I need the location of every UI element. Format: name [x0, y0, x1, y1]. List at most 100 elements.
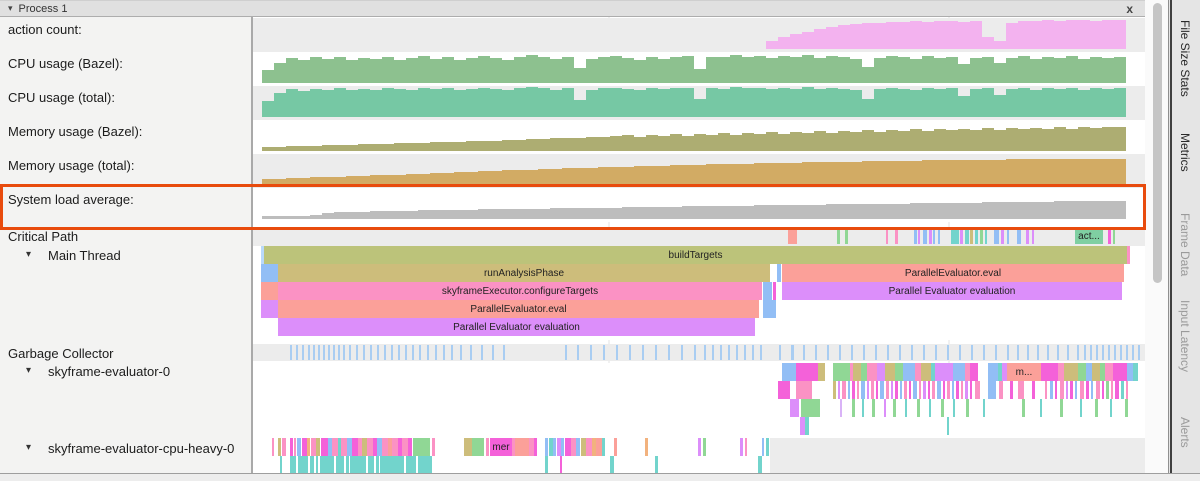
trace-tick[interactable]: [885, 363, 895, 381]
trace-tick[interactable]: [884, 399, 886, 417]
trace-tick[interactable]: [629, 345, 631, 360]
trace-tick[interactable]: [1060, 381, 1064, 399]
trace-tick[interactable]: [1017, 345, 1019, 360]
trace-tick[interactable]: [1070, 381, 1073, 399]
trace-tick[interactable]: [261, 264, 278, 282]
trace-tick[interactable]: [1092, 363, 1100, 381]
trace-tick[interactable]: [801, 399, 820, 417]
trace-tick[interactable]: [965, 381, 968, 399]
vertical-scrollbar-thumb[interactable]: [1153, 3, 1162, 283]
trace-slice[interactable]: act...: [1075, 229, 1103, 244]
trace-tick[interactable]: [1032, 381, 1035, 399]
trace-tick[interactable]: [961, 381, 963, 399]
trace-slice[interactable]: Parallel Evaluator evaluation: [782, 282, 1122, 300]
trace-tick[interactable]: [796, 363, 818, 381]
trace-tick[interactable]: [545, 438, 548, 456]
trace-tick[interactable]: [333, 345, 335, 360]
sidebar-tab-metrics[interactable]: Metrics: [1178, 133, 1192, 172]
trace-tick[interactable]: [1032, 229, 1034, 244]
trace-tick[interactable]: [779, 345, 781, 360]
trace-tick[interactable]: [918, 229, 920, 244]
trace-tick[interactable]: [886, 381, 889, 399]
trace-tick[interactable]: [681, 345, 683, 360]
trace-tick[interactable]: [891, 381, 893, 399]
trace-tick[interactable]: [492, 345, 494, 360]
vertical-scrollbar[interactable]: [1145, 0, 1168, 473]
trace-tick[interactable]: [887, 345, 889, 360]
track-section[interactable]: mer: [253, 438, 1145, 473]
trace-tick[interactable]: [736, 345, 738, 360]
trace-tick[interactable]: [805, 417, 809, 435]
horizontal-scrollbar[interactable]: [0, 473, 1200, 481]
trace-tick[interactable]: [833, 363, 850, 381]
trace-tick[interactable]: [766, 438, 769, 456]
trace-tick[interactable]: [758, 456, 762, 473]
trace-tick[interactable]: [1041, 363, 1058, 381]
collapse-arrow-icon[interactable]: ▾: [26, 249, 31, 260]
trace-tick[interactable]: [970, 363, 978, 381]
collapse-arrow-icon[interactable]: ▾: [26, 442, 31, 453]
trace-tick[interactable]: [796, 381, 812, 399]
trace-tick[interactable]: [827, 345, 829, 360]
trace-tick[interactable]: [762, 438, 764, 456]
trace-tick[interactable]: [346, 456, 349, 473]
trace-tick[interactable]: [655, 456, 658, 473]
trace-tick[interactable]: [923, 345, 925, 360]
trace-tick[interactable]: [960, 229, 963, 244]
trace-tick[interactable]: [1120, 345, 1122, 360]
trace-tick[interactable]: [1077, 345, 1079, 360]
trace-tick[interactable]: [909, 381, 911, 399]
trace-tick[interactable]: [863, 345, 865, 360]
trace-tick[interactable]: [980, 229, 983, 244]
trace-tick[interactable]: [852, 399, 855, 417]
track-name-label[interactable]: Main Thread: [48, 248, 121, 263]
trace-tick[interactable]: [1080, 399, 1082, 417]
trace-tick[interactable]: [905, 399, 907, 417]
trace-tick[interactable]: [852, 381, 855, 399]
trace-tick[interactable]: [947, 381, 950, 399]
trace-tick[interactable]: [1121, 381, 1124, 399]
trace-tick[interactable]: [1133, 363, 1138, 381]
trace-tick[interactable]: [413, 438, 430, 456]
trace-tick[interactable]: [995, 345, 997, 360]
trace-tick[interactable]: [470, 345, 472, 360]
trace-slice[interactable]: mer: [490, 438, 512, 456]
trace-tick[interactable]: [398, 345, 400, 360]
trace-tick[interactable]: [1095, 399, 1098, 417]
trace-tick[interactable]: [418, 456, 432, 473]
close-icon[interactable]: x: [1126, 2, 1133, 17]
trace-tick[interactable]: [308, 345, 310, 360]
trace-tick[interactable]: [965, 229, 969, 244]
trace-tick[interactable]: [871, 381, 874, 399]
trace-tick[interactable]: [1138, 345, 1140, 360]
trace-tick[interactable]: [481, 345, 483, 360]
trace-tick[interactable]: [903, 363, 915, 381]
trace-tick[interactable]: [941, 399, 944, 417]
trace-tick[interactable]: [576, 438, 580, 456]
trace-slice[interactable]: runAnalysisPhase: [278, 264, 770, 282]
trace-tick[interactable]: [791, 345, 794, 360]
sidebar-tab-input-latency[interactable]: Input Latency: [1178, 300, 1192, 372]
trace-tick[interactable]: [405, 345, 407, 360]
trace-tick[interactable]: [614, 438, 617, 456]
trace-tick[interactable]: [343, 345, 345, 360]
trace-tick[interactable]: [862, 399, 864, 417]
trace-tick[interactable]: [432, 438, 435, 456]
trace-tick[interactable]: [1037, 345, 1039, 360]
metric-row[interactable]: [253, 18, 1145, 52]
trace-tick[interactable]: [1086, 381, 1089, 399]
trace-tick[interactable]: [728, 345, 730, 360]
trace-tick[interactable]: [1084, 345, 1086, 360]
trace-tick[interactable]: [1060, 399, 1063, 417]
trace-tick[interactable]: [880, 381, 884, 399]
trace-tick[interactable]: [1064, 363, 1078, 381]
track-section[interactable]: act...: [253, 227, 1145, 246]
metric-row[interactable]: [253, 120, 1145, 154]
trace-tick[interactable]: [1022, 399, 1025, 417]
trace-tick[interactable]: [1126, 345, 1128, 360]
trace-tick[interactable]: [1027, 345, 1029, 360]
trace-tick[interactable]: [460, 345, 462, 360]
trace-tick[interactable]: [895, 363, 903, 381]
trace-slice[interactable]: ParallelEvaluator.eval: [782, 264, 1124, 282]
trace-tick[interactable]: [435, 345, 437, 360]
